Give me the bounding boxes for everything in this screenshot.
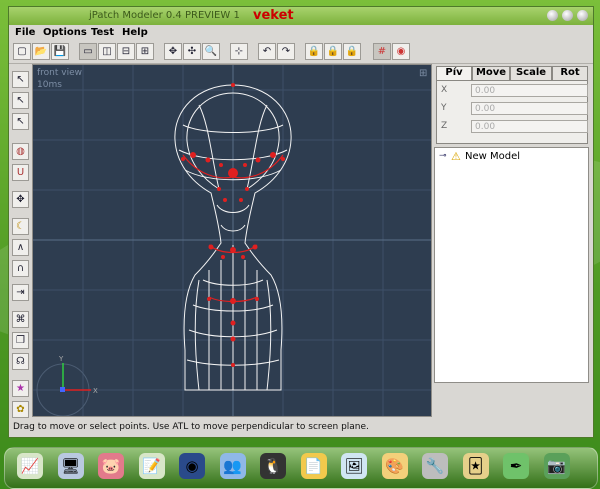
add-curve-icon[interactable]: ↖	[12, 113, 29, 130]
quad-view-icon[interactable]: ⊞	[136, 43, 154, 60]
monitor-icon[interactable]: 🖥	[57, 453, 84, 479]
view-name-label: front view	[37, 68, 82, 78]
pig-icon[interactable]: 🐷	[98, 453, 124, 479]
select-icon[interactable]: ↖	[12, 71, 29, 88]
lock-x-icon[interactable]: 🔒	[324, 43, 342, 60]
app-window: jPatch Modeler 0.4 PREVIEW 1 veket File …	[8, 6, 594, 438]
lock-points-icon[interactable]: 🔒	[305, 43, 323, 60]
x-field[interactable]: 0.00	[471, 84, 588, 97]
document-icon[interactable]: 📄	[300, 453, 327, 479]
front-viewport[interactable]: Y X front view 10ms ⊞	[32, 64, 432, 417]
undo-icon[interactable]: ↶	[258, 43, 276, 60]
dock: 📈 🖥 🐷 📝 ◉ 👥 🐧 📄 🖼 🎨 🔧 🃏 ✒ 📷	[4, 447, 598, 489]
move-icon[interactable]: ✥	[12, 191, 29, 208]
tab-rot[interactable]: Rot	[552, 66, 588, 80]
weld-icon[interactable]: ⌘	[12, 311, 29, 328]
model-icon: ⚠	[451, 150, 461, 163]
paint-icon[interactable]: 🎨	[381, 453, 408, 479]
status-text: Drag to move or select points. Use ATL t…	[13, 422, 369, 432]
add-point-icon[interactable]: ↖	[12, 92, 29, 109]
notes-icon[interactable]: 📝	[138, 453, 165, 479]
clone-icon[interactable]: ❐	[12, 332, 29, 349]
view-scale-label: 10ms	[37, 80, 62, 90]
script-icon[interactable]: ✒	[503, 453, 529, 479]
axis-gizmo: Y X	[36, 355, 98, 416]
bend-icon[interactable]: ☾	[12, 218, 29, 235]
split-vertical-icon[interactable]: ◫	[98, 43, 116, 60]
image-viewer-icon[interactable]: 🖼	[341, 453, 367, 479]
tree-item-new-model[interactable]: New Model	[465, 151, 520, 162]
new-icon[interactable]: ▢	[13, 43, 31, 60]
menu-options[interactable]: Options	[43, 27, 87, 38]
grid-snap-icon[interactable]: #	[373, 43, 391, 60]
close-icon[interactable]	[577, 10, 588, 21]
lock-y-icon[interactable]: 🔒	[343, 43, 361, 60]
toolbar: ▢ 📂 💾 ▭ ◫ ⊟ ⊞ ✥ ✣ 🔍 ⊹ ↶ ↷ 🔒 🔒 🔒 # ◉	[9, 41, 593, 64]
viewport-grid: Y X	[33, 65, 431, 416]
status-bar: Drag to move or select points. Use ATL t…	[9, 419, 593, 435]
users-icon[interactable]: 👥	[219, 453, 246, 479]
tool-icon[interactable]: 🔧	[422, 453, 448, 479]
menu-test[interactable]: Test	[91, 27, 114, 38]
window-user-label: veket	[253, 8, 294, 23]
chart-icon[interactable]: 📈	[17, 453, 43, 479]
minimize-icon[interactable]	[547, 10, 558, 21]
rotate-view-icon[interactable]: ✣	[183, 43, 201, 60]
menu-bar: File Options Test Help	[9, 25, 593, 41]
open-icon[interactable]: 📂	[32, 43, 50, 60]
tab-pivot[interactable]: Pív	[436, 66, 472, 80]
card-icon[interactable]: 🃏	[462, 453, 489, 479]
camera-icon[interactable]: 📷	[543, 453, 570, 479]
peak-icon[interactable]: ∧	[12, 239, 29, 256]
y-field[interactable]: 0.00	[471, 102, 588, 115]
extrude-icon[interactable]: ⇥	[12, 284, 29, 301]
x-label: X	[441, 85, 448, 95]
save-icon[interactable]: 💾	[51, 43, 69, 60]
maximize-icon[interactable]	[562, 10, 573, 21]
star-icon[interactable]: ★	[12, 380, 29, 397]
morph-icon[interactable]: ☊	[12, 353, 29, 370]
properties-panel: Pív Move Scale Rot X 0.00 Y 0.00 Z 0.00 …	[434, 64, 591, 417]
transform-fields: X 0.00 Y 0.00 Z 0.00	[436, 80, 588, 144]
quicktime-icon[interactable]: ◉	[179, 453, 205, 479]
tab-move[interactable]: Move	[472, 66, 510, 80]
model-tree: ⊸ ⚠ New Model	[434, 147, 589, 383]
tab-scale[interactable]: Scale	[510, 66, 552, 80]
viewport-grid-icon[interactable]: ⊞	[419, 68, 427, 79]
tool-palette: ↖ ↖ ↖ ◍ U ✥ ☾ ∧ ∩ ⇥ ⌘ ❐ ☊ ★ ✿	[9, 65, 31, 418]
zoom-icon[interactable]: 🔍	[202, 43, 220, 60]
palette-icon[interactable]: ✿	[12, 401, 29, 418]
center-view-icon[interactable]: ⊹	[230, 43, 248, 60]
round-icon[interactable]: ∩	[12, 260, 29, 277]
redo-icon[interactable]: ↷	[277, 43, 295, 60]
rotoscope-icon[interactable]: ◉	[392, 43, 410, 60]
split-horizontal-icon[interactable]: ⊟	[117, 43, 135, 60]
move-view-icon[interactable]: ✥	[164, 43, 182, 60]
svg-text:X: X	[93, 387, 98, 395]
z-field[interactable]: 0.00	[471, 120, 588, 133]
magnet-icon[interactable]: U	[12, 164, 29, 181]
svg-text:Y: Y	[58, 355, 64, 363]
title-bar[interactable]: jPatch Modeler 0.4 PREVIEW 1 veket	[9, 7, 593, 25]
menu-file[interactable]: File	[15, 27, 35, 38]
y-label: Y	[441, 103, 447, 113]
lathe-icon[interactable]: ◍	[12, 143, 29, 160]
z-label: Z	[441, 121, 448, 131]
penguin-icon[interactable]: 🐧	[260, 453, 286, 479]
single-view-icon[interactable]: ▭	[79, 43, 97, 60]
window-title: jPatch Modeler 0.4 PREVIEW 1	[89, 10, 240, 21]
menu-help[interactable]: Help	[122, 27, 148, 38]
tree-expand-icon[interactable]: ⊸	[439, 151, 447, 161]
